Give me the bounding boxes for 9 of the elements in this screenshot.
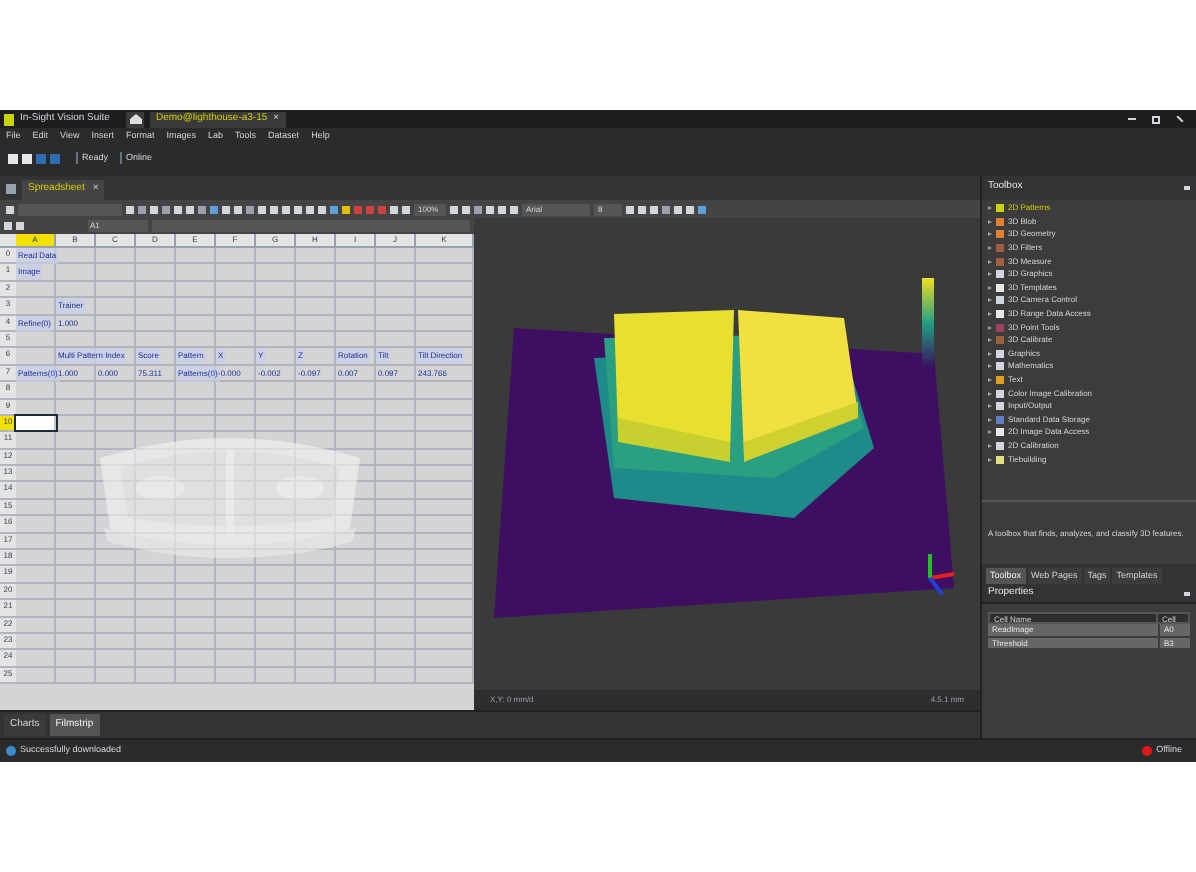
- close-icon[interactable]: [1176, 115, 1184, 123]
- formula-field[interactable]: [152, 220, 470, 232]
- tool-icon[interactable]: [6, 205, 14, 213]
- path-field[interactable]: [18, 203, 122, 215]
- home-icon: [129, 114, 141, 124]
- home-tab[interactable]: [126, 111, 144, 127]
- selected-cell[interactable]: [16, 415, 56, 431]
- maximize-icon[interactable]: [1152, 115, 1160, 123]
- logo-icon: [4, 113, 14, 125]
